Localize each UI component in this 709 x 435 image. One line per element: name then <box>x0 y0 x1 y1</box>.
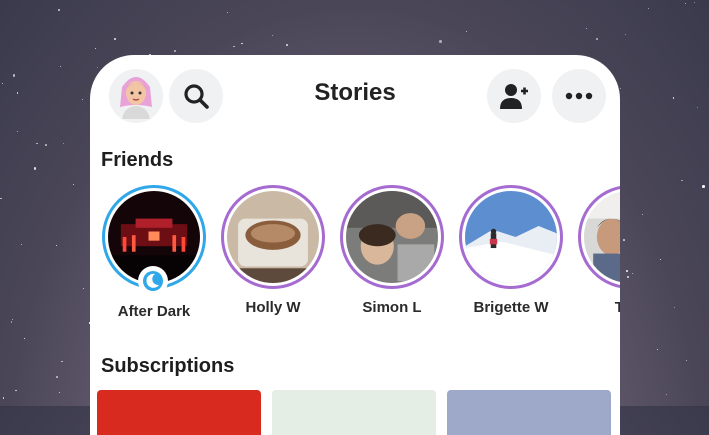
star <box>672 97 675 99</box>
star <box>673 306 676 309</box>
story-thumbnail <box>465 191 557 283</box>
subscription-tile[interactable] <box>447 390 611 435</box>
star <box>466 31 468 33</box>
star <box>23 338 25 340</box>
story-after-dark[interactable]: After Dark <box>99 185 209 320</box>
story-brigette-w[interactable]: Brigette W <box>456 185 566 316</box>
star <box>95 48 97 50</box>
star <box>56 376 58 378</box>
star <box>241 42 243 45</box>
star <box>681 179 683 182</box>
subscription-tile[interactable] <box>272 390 436 435</box>
star <box>15 389 17 392</box>
story-label: After Dark <box>117 303 191 320</box>
star <box>81 99 83 101</box>
star <box>2 397 5 399</box>
star <box>33 167 37 170</box>
stories-header: Stories <box>90 55 620 135</box>
star <box>11 319 13 321</box>
story-ring <box>459 185 563 289</box>
star <box>626 270 628 272</box>
star <box>10 321 13 323</box>
more-options-button[interactable] <box>552 69 606 123</box>
star <box>585 27 588 30</box>
story-simon-l[interactable]: Simon L <box>337 185 447 316</box>
star <box>173 49 177 53</box>
star <box>642 214 644 216</box>
story-thumbnail <box>227 191 319 283</box>
star <box>626 275 630 279</box>
star <box>59 392 61 394</box>
star <box>665 393 668 396</box>
after-dark-badge <box>138 266 168 296</box>
moon-icon <box>143 271 163 291</box>
story-tom[interactable]: Tom <box>575 185 620 316</box>
star <box>647 7 649 9</box>
star <box>657 349 659 351</box>
star <box>286 44 288 46</box>
star <box>55 244 57 246</box>
story-label: Brigette W <box>473 299 549 316</box>
star <box>114 38 116 40</box>
star <box>63 143 65 145</box>
star <box>226 11 228 13</box>
star <box>272 35 274 37</box>
friends-section-title: Friends <box>101 149 174 171</box>
star <box>73 184 75 186</box>
add-friend-icon <box>500 84 528 109</box>
star <box>596 38 598 40</box>
star <box>439 40 442 43</box>
star <box>702 185 705 188</box>
star <box>623 239 625 241</box>
story-label: Simon L <box>362 299 422 316</box>
star <box>684 3 686 5</box>
star <box>57 8 61 12</box>
subscriptions-section-title: Subscriptions <box>101 355 235 377</box>
subscription-tile[interactable] <box>97 390 261 435</box>
star <box>61 360 63 363</box>
star <box>2 82 4 84</box>
add-friend-button[interactable] <box>487 69 541 123</box>
story-label: Holly W <box>245 299 301 316</box>
star <box>233 45 235 48</box>
star <box>60 66 62 68</box>
star <box>36 142 38 145</box>
story-ring <box>578 185 620 289</box>
star <box>17 131 19 133</box>
star <box>0 197 2 200</box>
star <box>694 2 696 4</box>
star <box>685 359 688 362</box>
story-label: Tom <box>614 299 620 316</box>
star <box>697 107 699 109</box>
story-holly-w[interactable]: Holly W <box>218 185 328 316</box>
star <box>45 144 47 146</box>
story-ring <box>221 185 325 289</box>
story-thumbnail <box>346 191 438 283</box>
story-ring <box>340 185 444 289</box>
star <box>624 33 627 36</box>
star <box>83 288 85 290</box>
star <box>12 74 16 77</box>
star <box>16 92 19 94</box>
more-options-icon <box>565 92 593 100</box>
stories-panel: Stories Friends After Dark Holly W Simon… <box>90 55 620 435</box>
star <box>631 272 633 274</box>
story-thumbnail <box>584 191 620 283</box>
story-ring <box>102 185 206 296</box>
star <box>659 258 662 261</box>
star <box>20 243 23 246</box>
